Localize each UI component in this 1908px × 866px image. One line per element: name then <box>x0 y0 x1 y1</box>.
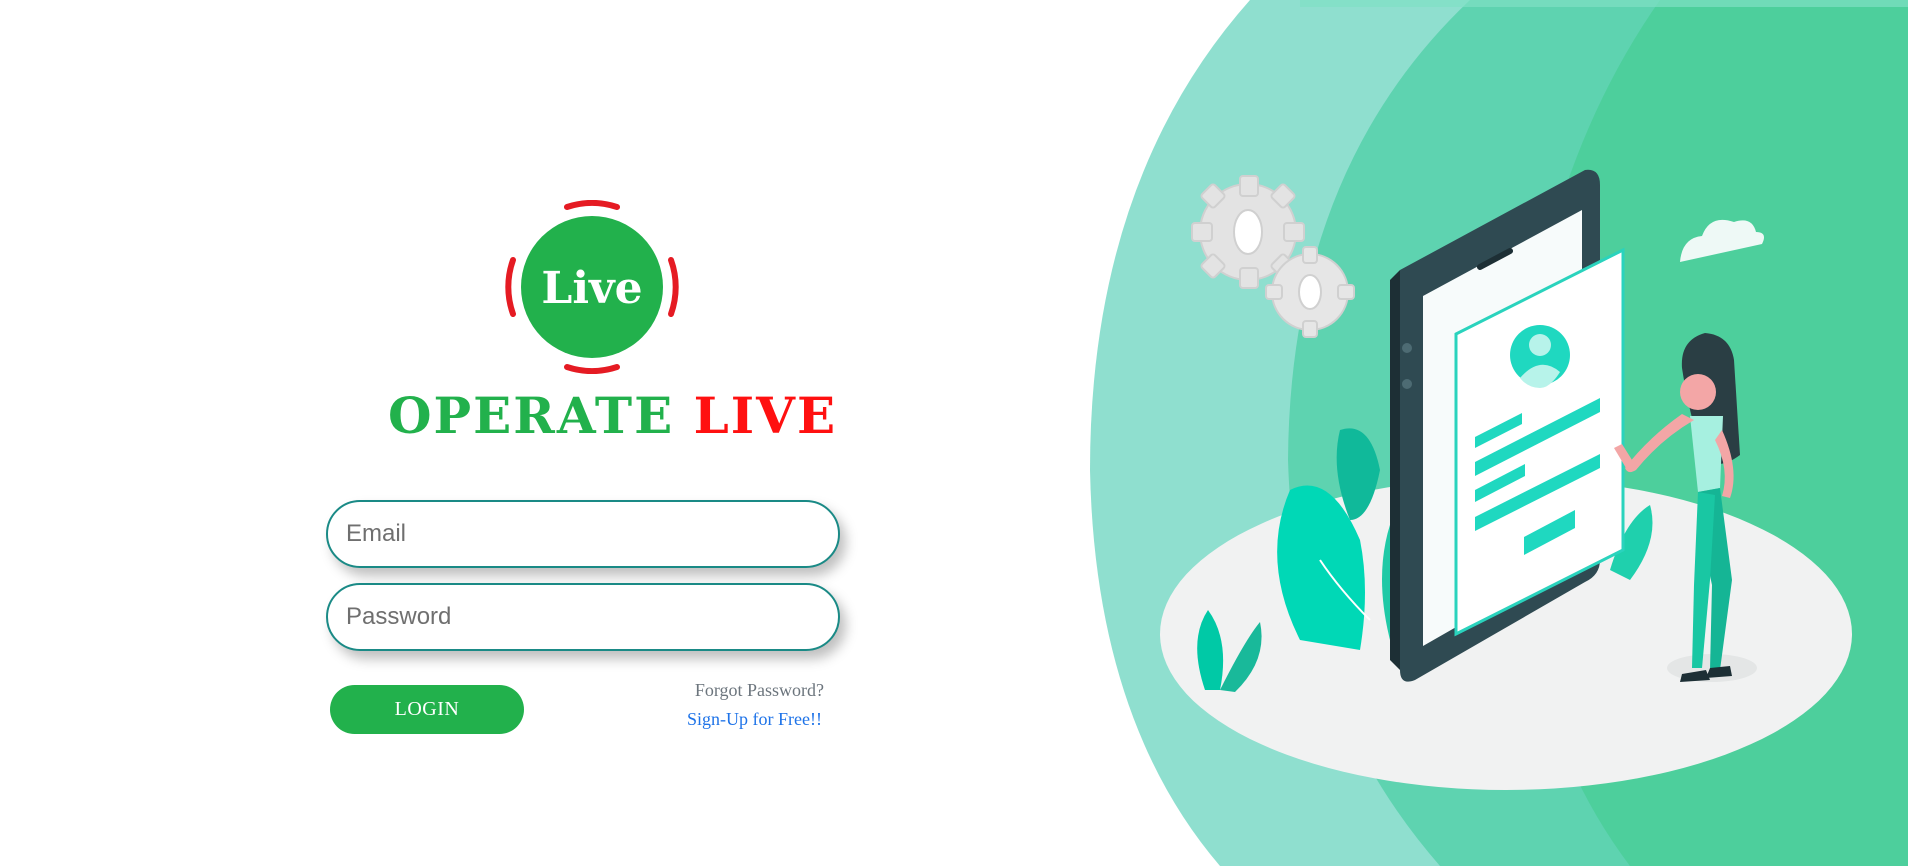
signup-link[interactable]: Sign-Up for Free!! <box>640 709 822 730</box>
login-page: Live OPERATE LIVE LOGIN Forgot Password?… <box>0 0 1908 866</box>
smartphone-profile-illustration <box>1090 0 1908 866</box>
login-button[interactable]: LOGIN <box>330 685 524 734</box>
password-field[interactable] <box>326 583 840 651</box>
email-field[interactable] <box>326 500 840 568</box>
brand-word-operate: OPERATE <box>388 386 675 445</box>
live-badge-icon: Live <box>505 200 679 374</box>
brand-word-live: LIVE <box>693 386 838 445</box>
forgot-password-link[interactable]: Forgot Password? <box>640 680 824 701</box>
brand-title: OPERATE LIVE <box>388 386 835 446</box>
live-logo: Live <box>505 200 679 374</box>
hero-illustration <box>1070 0 1908 866</box>
badge-text: Live <box>541 263 642 314</box>
